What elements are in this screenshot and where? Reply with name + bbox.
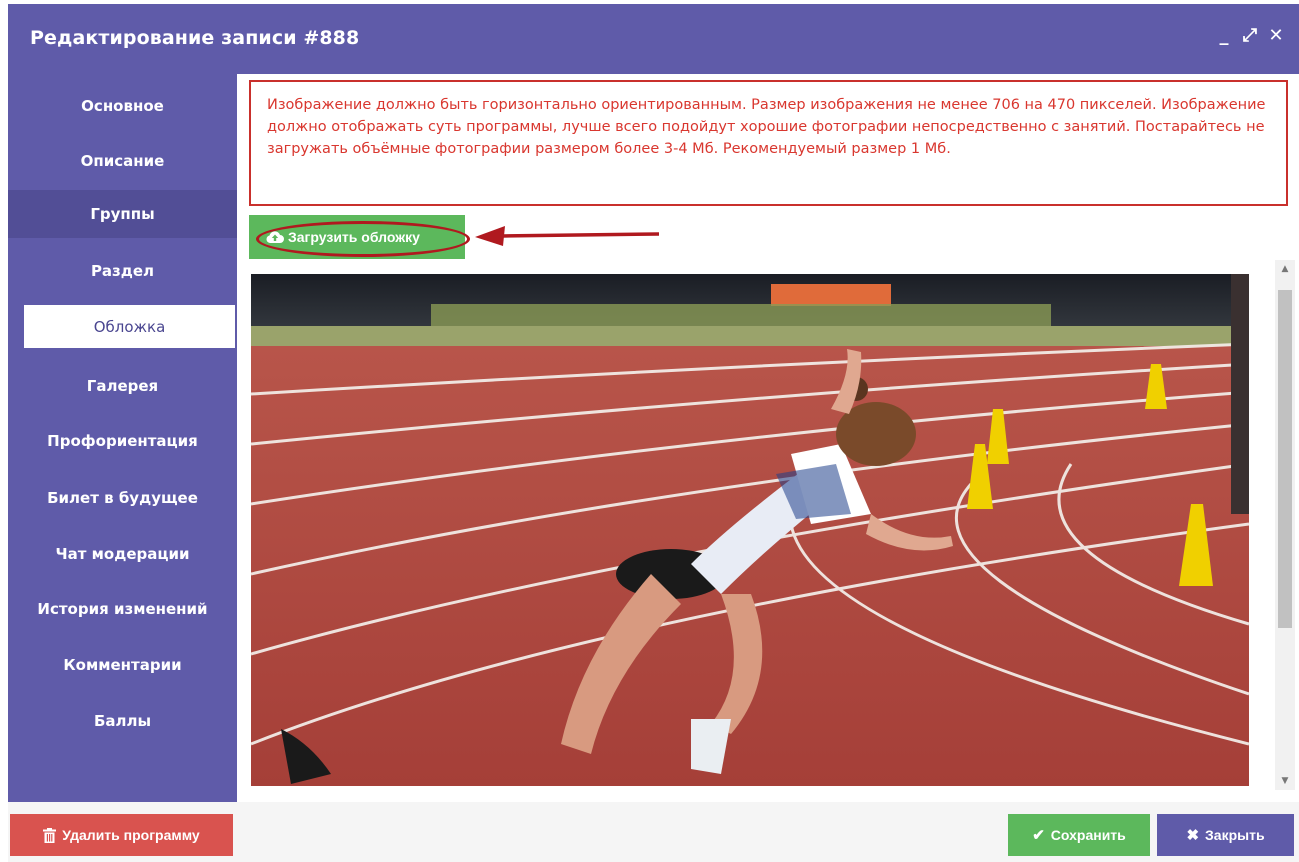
sidebar-nav: Основное Описание Группы Раздел Обложка … [8,74,238,802]
sidebar-item-groups[interactable]: Группы [8,190,237,238]
maximize-icon[interactable]: ⤢ [1241,26,1259,46]
scroll-up-icon[interactable]: ▲ [1275,260,1295,278]
cover-image-preview [251,274,1249,786]
sidebar-item-change-history[interactable]: История изменений [8,585,237,633]
cover-panel: Изображение должно быть горизонтально ор… [237,74,1299,802]
edit-record-dialog: Редактирование записи #888 _ ⤢ ✕ Основно… [8,4,1299,862]
close-icon[interactable]: ✕ [1267,26,1285,46]
delete-program-label: Удалить программу [62,827,200,843]
upload-cover-label: Загрузить обложку [288,229,420,245]
check-icon: ✔ [1032,827,1045,844]
sidebar-item-points[interactable]: Баллы [8,697,237,745]
close-label: Закрыть [1205,827,1265,843]
dialog-titlebar: Редактирование записи #888 _ ⤢ ✕ [8,4,1299,74]
sidebar-item-gallery[interactable]: Галерея [8,362,237,410]
save-button[interactable]: ✔ Сохранить [1008,814,1150,856]
sidebar-item-ticket-to-future[interactable]: Билет в будущее [8,474,237,522]
dialog-title: Редактирование записи #888 [30,27,360,49]
upload-cover-button[interactable]: Загрузить обложку [249,215,465,259]
trash-icon [43,827,57,843]
sidebar-item-moderation-chat[interactable]: Чат модерации [8,530,237,578]
minimize-icon[interactable]: _ [1215,26,1233,46]
sidebar-item-description[interactable]: Описание [8,137,237,185]
scroll-down-icon[interactable]: ▼ [1275,772,1295,790]
cover-photo-image [251,274,1249,786]
sidebar-item-main[interactable]: Основное [8,82,237,130]
image-requirements-notice: Изображение должно быть горизонтально ор… [249,80,1288,206]
sidebar-item-comments[interactable]: Комментарии [8,641,237,689]
scroll-thumb[interactable] [1278,290,1292,628]
sidebar-item-career-guidance[interactable]: Профориентация [8,417,237,465]
window-controls: _ ⤢ ✕ [1215,26,1285,46]
sidebar-item-cover[interactable]: Обложка [23,304,236,349]
cloud-upload-icon [266,231,284,243]
dialog-footer: Удалить программу ✔ Сохранить ✖ Закрыть [8,802,1299,862]
preview-scrollbar[interactable]: ▲ ▼ [1275,260,1295,790]
delete-program-button[interactable]: Удалить программу [10,814,233,856]
close-icon: ✖ [1186,827,1200,844]
close-button[interactable]: ✖ Закрыть [1157,814,1294,856]
sidebar-item-section[interactable]: Раздел [8,247,237,295]
pointer-arrow-icon [475,226,660,246]
save-label: Сохранить [1050,827,1126,843]
